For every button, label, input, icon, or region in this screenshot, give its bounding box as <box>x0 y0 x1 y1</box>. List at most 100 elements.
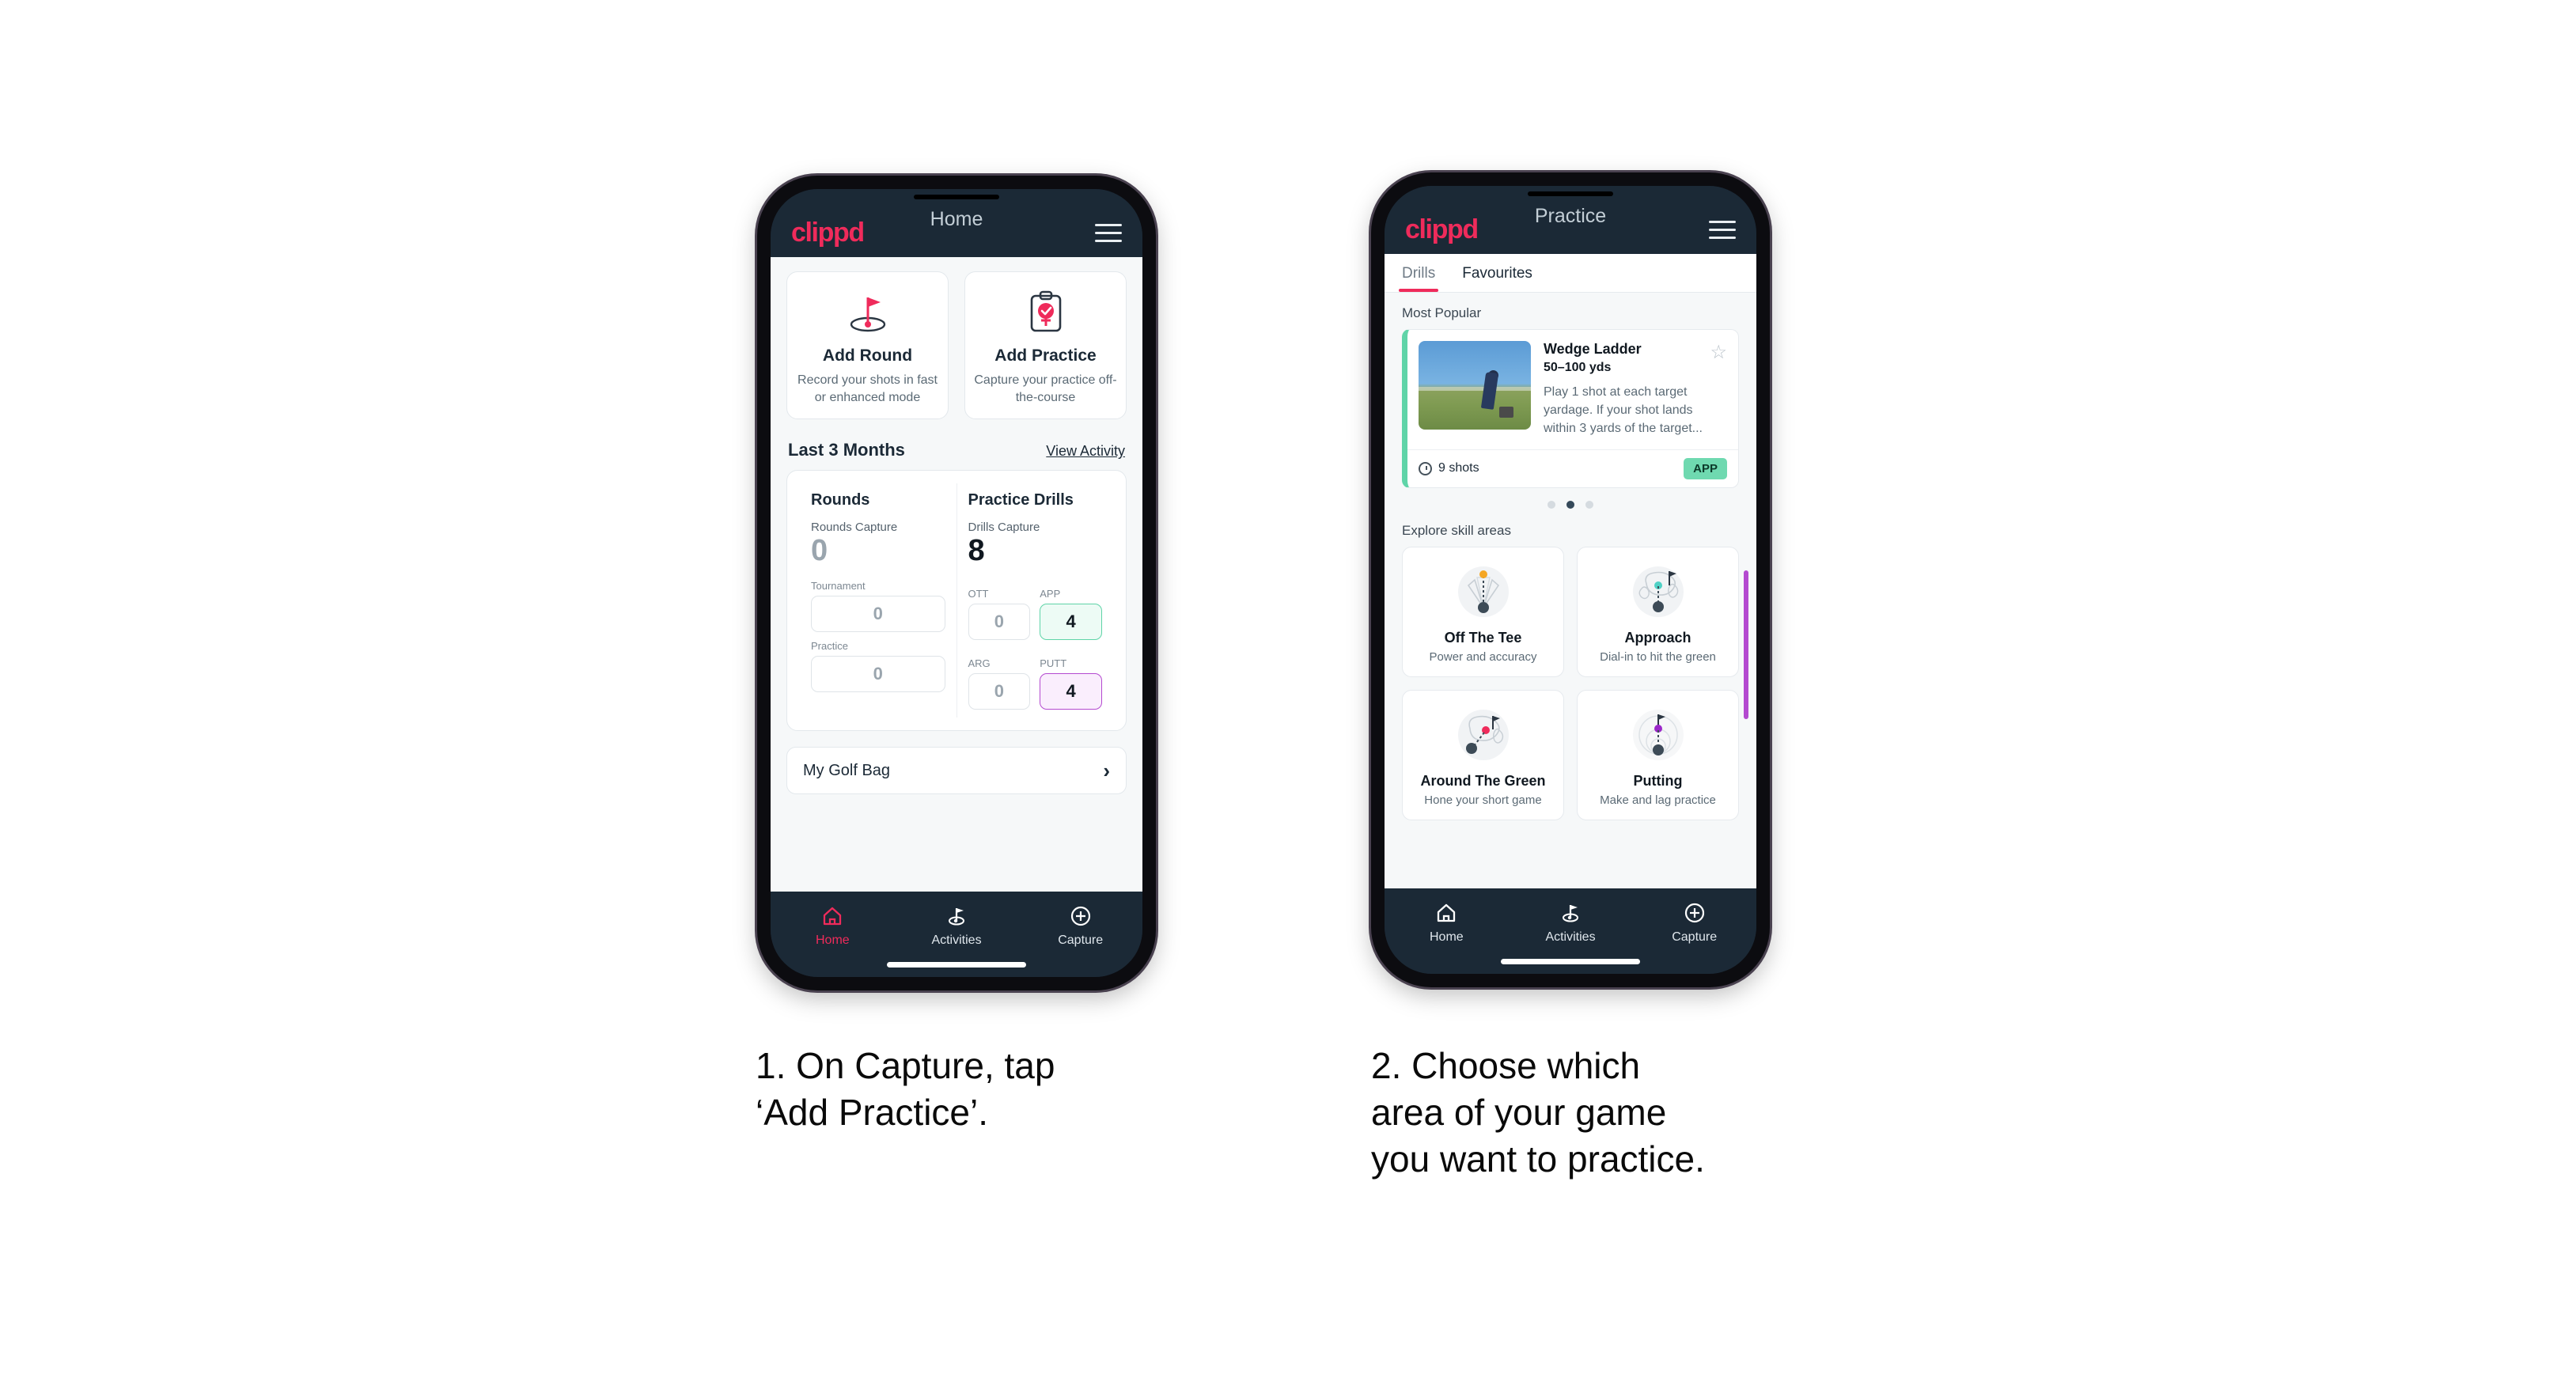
most-popular-label: Most Popular <box>1402 305 1482 320</box>
rounds-cell-tournament[interactable]: 0 <box>811 596 945 633</box>
drills-value-app[interactable]: 4 <box>1040 604 1102 641</box>
skill-name-off-the-tee: Off The Tee <box>1444 629 1522 646</box>
my-golf-bag-label: My Golf Bag <box>803 761 891 779</box>
skill-name-around-the-green: Around The Green <box>1420 772 1546 789</box>
bottom-nav-practice: Home Activities Capture <box>1385 888 1756 974</box>
skill-sub-around-the-green: Hone your short game <box>1424 793 1542 807</box>
skill-card-around-the-green[interactable]: Around The Green Hone your short game <box>1402 689 1564 820</box>
skill-sub-approach: Dial-in to hit the green <box>1600 649 1716 664</box>
skill-areas-grid: Off The Tee Power and accuracy Approach … <box>1385 546 1756 820</box>
drills-cell-ott: OTT 0 <box>968 580 1031 641</box>
golf-flag-icon <box>895 903 1019 930</box>
speaker-slot <box>1528 191 1613 196</box>
rounds-title: Rounds <box>811 491 870 509</box>
section-header: Last 3 Months View Activity <box>771 419 1142 470</box>
hamburger-icon[interactable] <box>1095 223 1122 242</box>
nav-item-activities[interactable]: Activities <box>1509 899 1633 945</box>
hamburger-icon[interactable] <box>1709 220 1736 239</box>
plus-circle-icon <box>1018 903 1142 930</box>
golf-flag-hole-icon <box>795 288 940 337</box>
phone-screen-practice: clippd Practice Drills Favourites Most P… <box>1385 186 1756 974</box>
drill-category-badge: APP <box>1684 457 1727 479</box>
drills-cell-app: APP 4 <box>1040 580 1102 641</box>
caption-step-2: 2. Choose which area of your game you wa… <box>1371 1045 1705 1180</box>
drill-card-wedge-ladder[interactable]: Wedge Ladder 50–100 yds Play 1 shot at e… <box>1402 329 1739 488</box>
my-golf-bag-row[interactable]: My Golf Bag › <box>786 747 1127 795</box>
nav-label-home: Home <box>1429 930 1464 944</box>
phone-mockup-practice: clippd Practice Drills Favourites Most P… <box>1371 172 1770 987</box>
drills-value-ott[interactable]: 0 <box>968 604 1031 641</box>
drills-title: Practice Drills <box>968 491 1074 509</box>
rounds-cell-label-tournament: Tournament <box>811 580 866 593</box>
caption-step-1: 1. On Capture, tap ‘Add Practice’. <box>756 1045 1055 1133</box>
section-title: Last 3 Months <box>788 440 905 460</box>
nav-label-home: Home <box>815 933 850 947</box>
nav-label-activities: Activities <box>931 933 982 947</box>
drill-shots-label: 9 shots <box>1438 461 1479 475</box>
home-indicator-bar <box>1501 959 1640 964</box>
carousel-dot-1[interactable] <box>1547 500 1555 509</box>
next-drill-card-accent[interactable] <box>1744 570 1748 719</box>
drill-thumbnail <box>1419 341 1531 430</box>
tab-drills[interactable]: Drills <box>1398 265 1439 292</box>
stats-card: Rounds Rounds Capture 0 Tournament 0 Pra… <box>786 470 1127 732</box>
nav-item-activities[interactable]: Activities <box>895 903 1019 948</box>
nav-item-capture[interactable]: Capture <box>1632 899 1756 945</box>
add-round-card[interactable]: Add Round Record your shots in fast or e… <box>786 271 949 420</box>
carousel-dot-2[interactable] <box>1566 500 1574 509</box>
star-outline-icon[interactable]: ☆ <box>1710 341 1727 364</box>
rounds-cell-practice[interactable]: 0 <box>811 656 945 693</box>
phone-mockup-home: clippd Home Add Round Record your shots … <box>757 176 1156 990</box>
skill-name-putting: Putting <box>1633 772 1683 789</box>
drills-value-putt[interactable]: 4 <box>1040 673 1102 710</box>
drills-cell-label-putt: PUTT <box>1040 657 1067 670</box>
drills-cell-label-arg: ARG <box>968 657 991 670</box>
drill-card-top: Wedge Ladder 50–100 yds Play 1 shot at e… <box>1407 330 1738 449</box>
drills-capture-value: 8 <box>968 534 985 568</box>
practice-screen-body: Drills Favourites Most Popular Wedge Lad… <box>1385 254 1756 888</box>
skill-name-approach: Approach <box>1624 629 1691 646</box>
rounds-column: Rounds Rounds Capture 0 Tournament 0 Pra… <box>800 483 957 718</box>
clipboard-check-icon <box>973 288 1118 337</box>
drills-cell-label-app: APP <box>1040 588 1061 600</box>
add-round-title: Add Round <box>822 346 913 365</box>
brand-logo[interactable]: clippd <box>1405 216 1479 243</box>
quick-actions-row: Add Round Record your shots in fast or e… <box>771 257 1142 420</box>
drill-shots: 9 shots <box>1419 461 1479 475</box>
skill-card-off-the-tee[interactable]: Off The Tee Power and accuracy <box>1402 546 1564 677</box>
rounds-cell-label-practice: Practice <box>811 640 848 653</box>
putting-icon <box>1584 703 1732 767</box>
carousel-dot-3[interactable] <box>1585 500 1593 509</box>
speaker-slot <box>914 195 999 199</box>
drills-column: Practice Drills Drills Capture 8 OTT 0 A… <box>957 483 1114 718</box>
carousel-dots <box>1385 488 1756 512</box>
home-icon <box>1385 899 1509 926</box>
nav-label-capture: Capture <box>1672 930 1718 944</box>
drills-cell-arg: ARG 0 <box>968 649 1031 710</box>
skill-card-putting[interactable]: Putting Make and lag practice <box>1577 689 1739 820</box>
nav-item-home[interactable]: Home <box>1385 899 1509 945</box>
drills-capture-label: Drills Capture <box>968 521 1040 535</box>
nav-item-home[interactable]: Home <box>771 903 895 948</box>
practice-tabs: Drills Favourites <box>1385 254 1756 293</box>
skill-sub-off-the-tee: Power and accuracy <box>1429 649 1537 664</box>
skill-card-approach[interactable]: Approach Dial-in to hit the green <box>1577 546 1739 677</box>
poster-stage: clippd Home Add Round Record your shots … <box>0 0 2576 1386</box>
drills-value-arg[interactable]: 0 <box>968 673 1031 710</box>
bottom-nav-home: Home Activities Capture <box>771 892 1142 977</box>
rounds-cells: Tournament 0 Practice 0 <box>811 580 945 693</box>
nav-item-capture[interactable]: Capture <box>1018 903 1142 948</box>
phone-screen-home: clippd Home Add Round Record your shots … <box>771 189 1142 977</box>
rounds-capture-value: 0 <box>811 534 828 568</box>
nav-label-capture: Capture <box>1058 933 1104 947</box>
drills-cell-label-ott: OTT <box>968 588 989 600</box>
drills-cells: OTT 0 APP 4 ARG 0 PUTT 4 <box>968 580 1102 710</box>
view-activity-link[interactable]: View Activity <box>1046 443 1125 460</box>
brand-logo[interactable]: clippd <box>791 219 865 246</box>
rounds-capture-label: Rounds Capture <box>811 521 898 535</box>
drills-cell-putt: PUTT 4 <box>1040 649 1102 710</box>
add-practice-card[interactable]: Add Practice Capture your practice off-t… <box>964 271 1127 420</box>
thumbnail-ball-bucket <box>1499 406 1514 418</box>
drill-yardage: 50–100 yds <box>1544 361 1612 374</box>
tab-favourites[interactable]: Favourites <box>1462 265 1532 292</box>
